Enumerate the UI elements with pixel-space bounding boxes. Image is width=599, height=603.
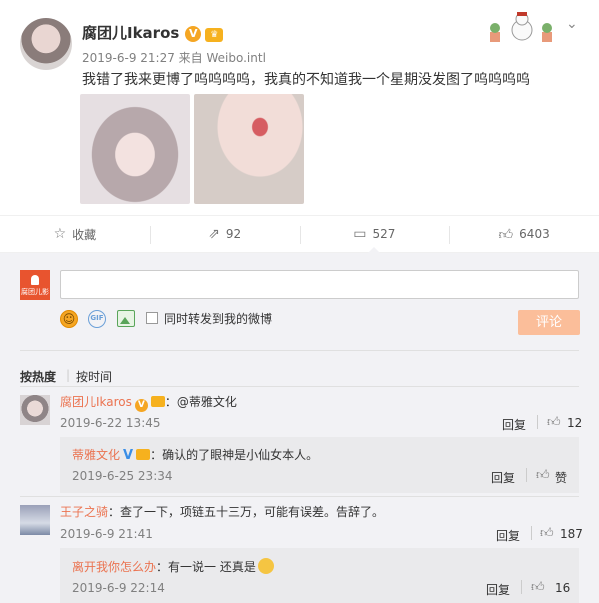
reply-body: 蒂雅文化 V ：确认的了眼神是小仙女本人。 — [72, 446, 318, 463]
post-author[interactable]: 腐团儿Ikaros V ♛ — [82, 22, 224, 43]
post-action-bar: ☆ 收藏 ⇗ 92 ▭ 527 👍︎ 6403 — [0, 215, 599, 253]
image-upload-icon[interactable] — [117, 310, 135, 327]
divider — [531, 526, 532, 540]
my-avatar: 腐团儿影 — [20, 270, 50, 300]
comment-count: 527 — [372, 227, 396, 241]
reply-button[interactable]: 回复 — [491, 469, 515, 486]
post-image-2[interactable] — [194, 94, 304, 204]
vip-crown-icon: ♛ — [205, 28, 224, 42]
comment-author[interactable]: 王子之骑 — [60, 505, 108, 519]
sort-separator: | — [66, 368, 71, 382]
star-icon: ☆ — [53, 226, 67, 242]
reply-button[interactable]: 回复 — [496, 527, 520, 544]
repost-button[interactable]: ⇗ 92 — [149, 216, 300, 252]
divider — [526, 468, 527, 482]
emoji-icon[interactable]: ☺ — [60, 310, 78, 328]
reply-like-count: 16 — [555, 581, 571, 595]
divider — [20, 386, 579, 387]
reply-time: 2019-6-9 22:14 — [72, 581, 165, 595]
verified-badge-icon: V — [185, 26, 202, 42]
post-meta: 2019-6-9 21:27 来自 Weibo.intl — [82, 51, 266, 65]
share-icon: ⇗ — [208, 226, 220, 242]
vip-crown-icon — [136, 449, 151, 460]
divider — [537, 415, 538, 429]
divider — [521, 580, 522, 594]
submit-comment-button[interactable]: 评论 — [518, 310, 580, 335]
comment-body: 腐团儿Ikaros V ：@蒂雅文化 — [60, 393, 237, 412]
person-icon — [31, 275, 39, 285]
author-avatar[interactable] — [20, 18, 72, 70]
reply-like-label[interactable]: 赞 — [555, 469, 567, 486]
like-icon[interactable]: 👍︎ — [540, 526, 554, 541]
reply-text: ：确认的了眼神是小仙女本人。 — [150, 448, 319, 462]
favorite-button[interactable]: ☆ 收藏 — [0, 216, 150, 252]
gif-icon[interactable]: GIF — [88, 310, 106, 328]
reply-button[interactable]: 回复 — [486, 581, 510, 598]
like-button[interactable]: 👍︎ 6403 — [449, 216, 599, 252]
comment-text: ：查了一下，项链五十三万，可能有误差。告辞了。 — [108, 505, 385, 519]
reply-text: ：有一说一 还真是 — [156, 560, 256, 574]
divider — [20, 496, 579, 497]
like-icon: 👍︎ — [498, 226, 514, 243]
like-icon[interactable]: 👍︎ — [547, 415, 561, 430]
repost-checkbox-label[interactable]: 同时转发到我的微博 — [164, 310, 272, 327]
vip-crown-icon — [150, 396, 165, 407]
post-image-1[interactable] — [80, 94, 190, 204]
divider — [20, 350, 579, 351]
post-text: 我错了我来更博了呜呜呜呜，我真的不知道我一个星期没发图了呜呜呜呜 — [82, 72, 530, 88]
comment-like-count: 12 — [567, 416, 583, 430]
repost-checkbox[interactable] — [146, 312, 158, 324]
comment-icon: ▭ — [353, 226, 367, 242]
comment-avatar[interactable] — [20, 505, 50, 535]
comment-like-count: 187 — [560, 527, 583, 541]
verified-blue-icon: V — [123, 448, 134, 463]
sort-by-time-tab[interactable]: 按时间 — [76, 368, 112, 385]
comment-text: ：@蒂雅文化 — [164, 395, 237, 409]
card-decoration-icon — [490, 12, 552, 42]
like-count: 6403 — [519, 227, 550, 241]
emoji-icon — [257, 558, 274, 574]
reply-author[interactable]: 蒂雅文化 — [72, 448, 120, 462]
like-icon[interactable]: 👍︎ — [536, 468, 550, 483]
comment-input[interactable] — [60, 270, 579, 299]
reply-time: 2019-6-25 23:34 — [72, 469, 173, 483]
comment-time: 2019-6-9 21:41 — [60, 527, 153, 541]
repost-count: 92 — [225, 227, 242, 241]
chevron-down-icon[interactable]: ⌄ — [566, 16, 578, 32]
my-avatar-text: 腐团儿影 — [21, 288, 49, 296]
reply-body: 离开我你怎么办：有一说一 还真是 — [72, 558, 274, 575]
comment-avatar[interactable] — [20, 395, 50, 425]
comment-author[interactable]: 腐团儿Ikaros — [60, 395, 132, 409]
reply-button[interactable]: 回复 — [502, 416, 526, 433]
verified-badge-icon: V — [134, 399, 148, 412]
comment-body: 王子之骑：查了一下，项链五十三万，可能有误差。告辞了。 — [60, 503, 384, 520]
reply-author[interactable]: 离开我你怎么办 — [72, 560, 156, 574]
sort-by-hot-tab[interactable]: 按热度 — [20, 368, 56, 385]
comment-time: 2019-6-22 13:45 — [60, 416, 161, 430]
author-name[interactable]: 腐团儿Ikaros — [82, 24, 179, 42]
favorite-label: 收藏 — [72, 227, 97, 242]
like-icon[interactable]: 👍︎ — [531, 580, 545, 595]
comment-button[interactable]: ▭ 527 — [299, 216, 450, 253]
